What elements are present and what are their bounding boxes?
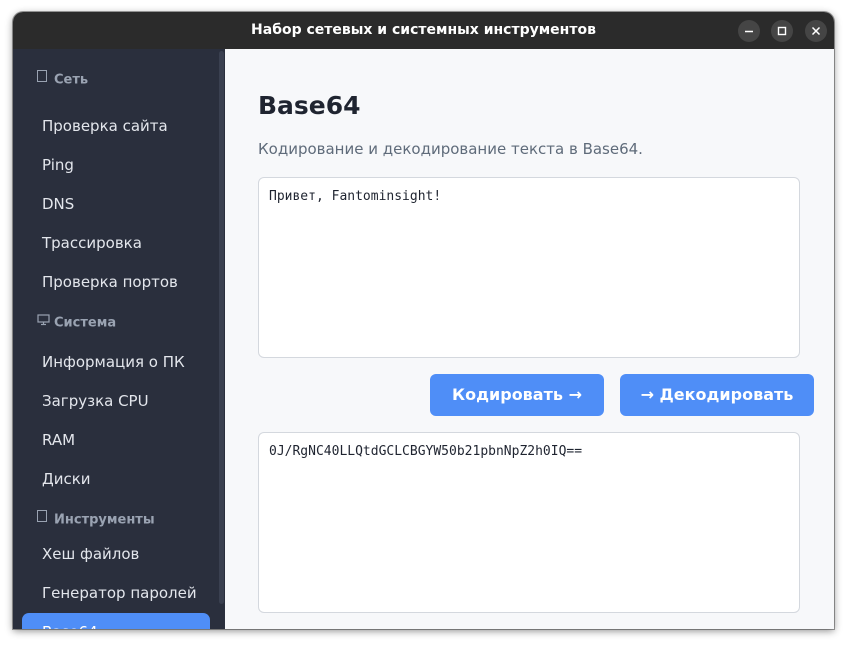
sidebar-item-pc-info[interactable]: Информация о ПК <box>22 345 210 379</box>
sidebar-item-port-check[interactable]: Проверка портов <box>22 265 210 299</box>
title-bar[interactable]: Набор сетевых и системных инструментов <box>13 12 834 50</box>
page-subtitle: Кодирование и декодирование текста в Bas… <box>258 140 643 158</box>
sidebar-item-file-hash[interactable]: Хеш файлов <box>22 537 210 571</box>
maximize-button[interactable] <box>771 20 793 42</box>
sidebar-item-disks[interactable]: Диски <box>22 462 210 496</box>
sidebar-item-base64[interactable]: Base64 <box>22 613 210 629</box>
section-network: Сеть <box>37 70 88 90</box>
output-textarea[interactable]: 0J/RgNC40LLQtdGCLCBGYW50b21pbnNpZ2h0IQ== <box>258 432 800 613</box>
sidebar-item-dns[interactable]: DNS <box>22 187 210 221</box>
sidebar-item-password-generator[interactable]: Генератор паролей <box>22 576 210 610</box>
app-window: Набор сетевых и системных инструментов С… <box>13 12 834 629</box>
tools-icon <box>37 510 50 530</box>
section-tools: Инструменты <box>37 510 155 530</box>
sidebar-item-site-check[interactable]: Проверка сайта <box>22 109 210 143</box>
maximize-icon <box>777 26 787 36</box>
network-icon <box>37 70 50 90</box>
computer-icon <box>37 313 50 333</box>
section-title: Система <box>54 315 117 331</box>
minimize-icon <box>745 30 753 33</box>
sidebar-item-ping[interactable]: Ping <box>22 148 210 182</box>
section-title: Инструменты <box>54 512 155 528</box>
input-textarea[interactable]: Привет, Fantominsight! <box>258 177 800 358</box>
sidebar-item-traceroute[interactable]: Трассировка <box>22 226 210 260</box>
page-title: Base64 <box>258 91 361 120</box>
sidebar-scrollbar[interactable] <box>219 51 224 604</box>
section-title: Сеть <box>54 72 89 88</box>
window-title: Набор сетевых и системных инструментов <box>251 22 596 38</box>
sidebar: Сеть Проверка сайта Ping DNS Трассировка… <box>13 49 225 629</box>
minimize-button[interactable] <box>738 20 760 42</box>
section-system: Система <box>37 313 116 333</box>
encode-button[interactable]: Кодировать → <box>430 374 604 416</box>
close-button[interactable] <box>805 20 827 42</box>
main-content: Base64 Кодирование и декодирование текст… <box>225 49 834 629</box>
close-icon <box>811 26 821 36</box>
sidebar-item-ram[interactable]: RAM <box>22 423 210 457</box>
sidebar-item-cpu-load[interactable]: Загрузка CPU <box>22 384 210 418</box>
decode-button[interactable]: → Декодировать <box>620 374 814 416</box>
